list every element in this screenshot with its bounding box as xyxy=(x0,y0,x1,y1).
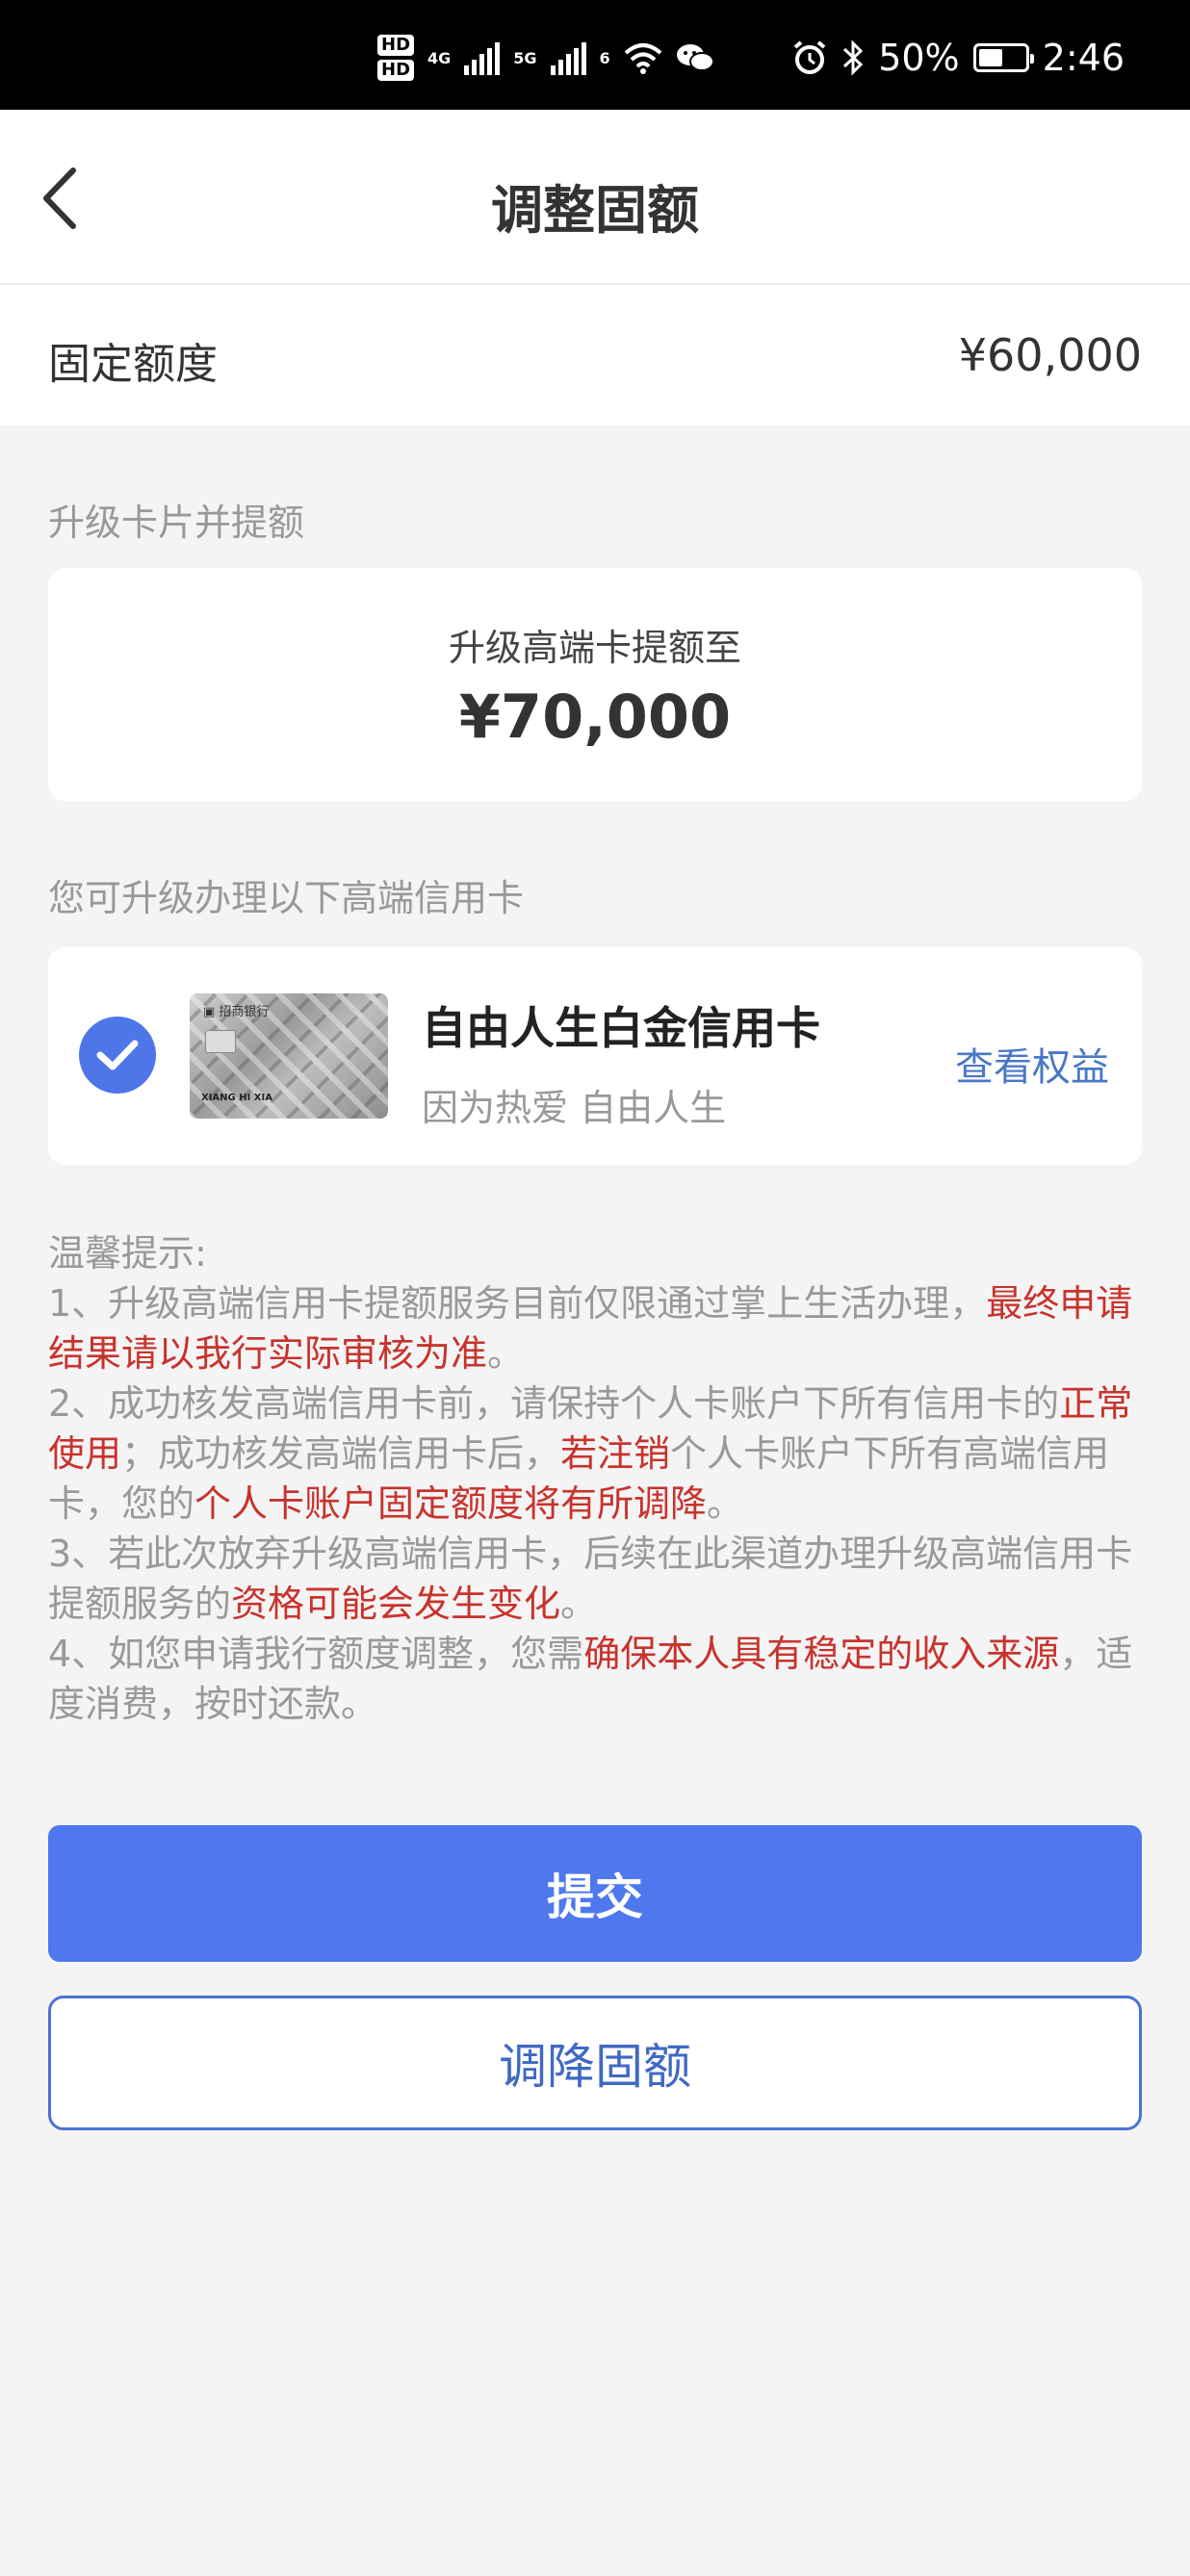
hd-badge-1: HD xyxy=(377,35,415,56)
tip-text: 2、成功核发高端信用卡前，请保持个人卡账户下所有信用卡的 xyxy=(48,1382,1060,1425)
view-benefits-link[interactable]: 查看权益 xyxy=(955,1036,1109,1092)
fixed-limit-row: 固定额度 ¥60,000 xyxy=(0,285,1190,425)
card-name: 自由人生白金信用卡 xyxy=(422,1002,820,1054)
tip-item-4: 4、如您申请我行额度调整，您需确保本人具有稳定的收入来源，适度消费，按时还款。 xyxy=(48,1629,1146,1729)
hd-indicator: HD HD xyxy=(377,35,415,81)
bluetooth-icon xyxy=(843,39,864,76)
tip-text: 。 xyxy=(560,1583,598,1625)
battery-percent: 50% xyxy=(878,37,960,79)
tip-text: 1、升级高端信用卡提额服务目前仅限通过掌上生活办理， xyxy=(48,1282,987,1325)
status-right: 50% 2:46 xyxy=(791,29,1125,87)
submit-button[interactable]: 提交 xyxy=(48,1825,1142,1962)
upgrade-subtitle: 升级高端卡提额至 xyxy=(448,627,741,669)
tip-text: 。 xyxy=(487,1332,525,1375)
tip-item-3: 3、若此次放弃升级高端信用卡，后续在此渠道办理升级高端信用卡提额服务的资格可能会… xyxy=(48,1529,1146,1629)
status-bar: HD HD 4G 5G 6 50% 2:46 xyxy=(0,0,1190,110)
status-left: HD HD 4G 5G 6 xyxy=(377,29,714,87)
page-title: 调整固额 xyxy=(491,180,699,241)
card-slogan: 因为热爱 自由人生 xyxy=(422,1087,727,1129)
tip-item-1: 1、升级高端信用卡提额服务目前仅限通过掌上生活办理，最终申请结果请以我行实际审核… xyxy=(48,1278,1146,1378)
fixed-limit-label: 固定额度 xyxy=(48,340,218,389)
signal-icon xyxy=(464,40,501,75)
fixed-limit-value: ¥60,000 xyxy=(958,329,1142,381)
tip-highlight: 若注销 xyxy=(560,1432,671,1475)
tip-highlight: 确保本人具有稳定的收入来源 xyxy=(583,1633,1060,1675)
tip-text: 。 xyxy=(707,1482,744,1525)
tip-highlight: 个人卡账户固定额度将有所调降 xyxy=(194,1482,708,1525)
battery-icon xyxy=(972,43,1034,72)
tip-item-2: 2、成功核发高端信用卡前，请保持个人卡账户下所有信用卡的正常使用；成功核发高端信… xyxy=(48,1378,1146,1529)
tips-section: 温馨提示: 1、升级高端信用卡提额服务目前仅限通过掌上生活办理，最终申请结果请以… xyxy=(48,1228,1146,1729)
selected-check-icon[interactable] xyxy=(79,1017,156,1094)
upgrade-amount: ¥70,000 xyxy=(458,682,732,752)
network-type-1: 4G xyxy=(427,48,452,67)
cards-section-label: 您可升级办理以下高端信用卡 xyxy=(48,877,525,919)
credit-card-option[interactable]: ▣ 招商银行 XIANG HI XIA 自由人生白金信用卡 因为热爱 自由人生 … xyxy=(48,947,1142,1165)
hd-badge-2: HD xyxy=(377,60,415,81)
tip-highlight: 资格可能会发生变化 xyxy=(231,1583,561,1625)
tip-text: ；成功核发高端信用卡后， xyxy=(121,1432,561,1475)
card-image: ▣ 招商银行 XIANG HI XIA xyxy=(190,993,388,1119)
network-type-2: 5G xyxy=(513,48,537,67)
upgrade-section-label: 升级卡片并提额 xyxy=(48,502,305,544)
tip-text: 4、如您申请我行额度调整，您需 xyxy=(48,1633,584,1675)
upgrade-limit-card: 升级高端卡提额至 ¥70,000 xyxy=(48,568,1142,801)
wifi-number: 6 xyxy=(599,48,610,67)
nav-bar: 调整固额 xyxy=(0,110,1190,285)
wifi-icon xyxy=(624,43,662,74)
signal-icon xyxy=(550,40,586,75)
tips-title: 温馨提示: xyxy=(48,1232,207,1275)
reduce-limit-button[interactable]: 调降固额 xyxy=(48,1996,1142,2130)
alarm-icon xyxy=(793,40,826,74)
wechat-icon xyxy=(676,44,714,71)
clock: 2:46 xyxy=(1042,37,1125,79)
